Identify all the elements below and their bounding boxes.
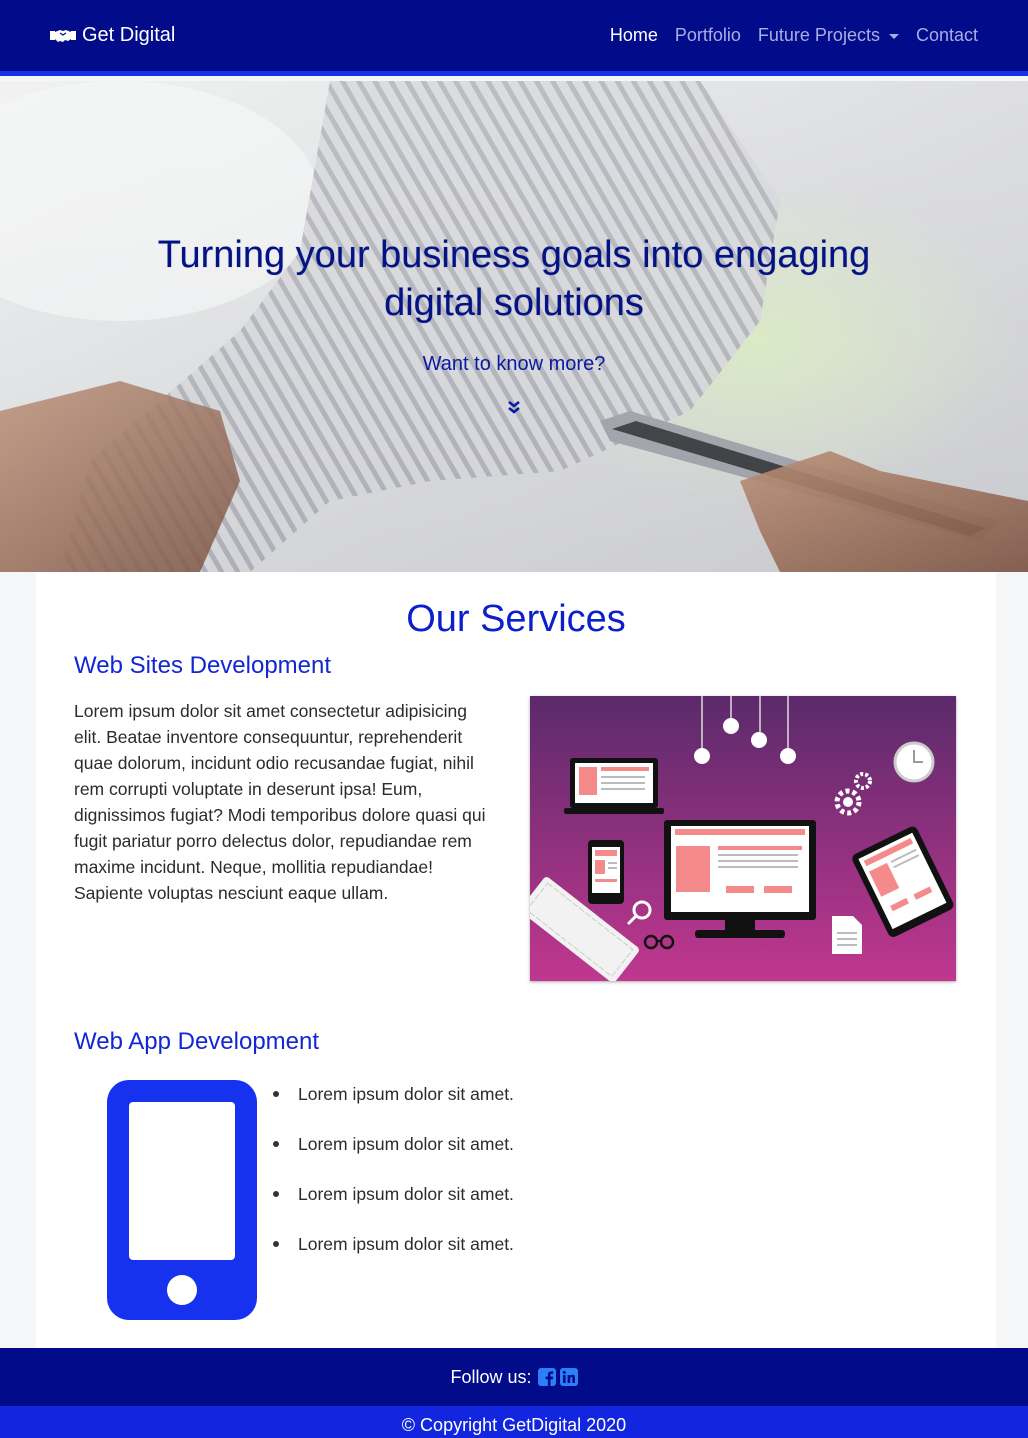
hero-subtitle-link[interactable]: Want to know more? xyxy=(0,353,1028,376)
nav-future-projects-dropdown[interactable]: Future Projects xyxy=(758,25,899,46)
double-chevron-down-icon[interactable] xyxy=(507,401,521,415)
list-item: Lorem ipsum dolor sit amet. xyxy=(272,1182,514,1232)
web-devices-illustration xyxy=(530,696,956,981)
hero-content: Turning your business goals into engagin… xyxy=(0,81,1028,572)
hero-banner: Turning your business goals into engagin… xyxy=(0,81,1028,572)
list-item: Lorem ipsum dolor sit amet. xyxy=(272,1232,514,1282)
web-app-feature-list: Lorem ipsum dolor sit amet. Lorem ipsum … xyxy=(272,1082,514,1282)
services-heading: Our Services xyxy=(406,598,626,640)
caret-down-icon xyxy=(888,34,899,39)
services-section: Our Services Web Sites Development Lorem… xyxy=(36,572,996,1348)
facebook-icon[interactable] xyxy=(537,1368,556,1386)
brand-label: Get Digital xyxy=(82,24,176,46)
web-sites-title: Web Sites Development xyxy=(74,652,332,679)
navbar: Get Digital Home Portfolio Future Projec… xyxy=(0,0,1028,76)
web-app-title: Web App Development xyxy=(74,1028,320,1055)
web-sites-description: Lorem ipsum dolor sit amet consectetur a… xyxy=(74,701,486,903)
social-links xyxy=(537,1368,578,1386)
list-item: Lorem ipsum dolor sit amet. xyxy=(272,1132,514,1182)
footer-follow: Follow us: xyxy=(0,1348,1028,1406)
list-item: Lorem ipsum dolor sit amet. xyxy=(272,1082,514,1132)
mobile-phone-icon xyxy=(107,1080,257,1320)
nav-contact[interactable]: Contact xyxy=(916,25,978,46)
handshake-icon xyxy=(50,29,76,42)
brand-link[interactable]: Get Digital xyxy=(50,24,175,47)
copyright-bar: © Copyright GetDigital 2020 xyxy=(0,1406,1028,1438)
nav-future-projects-label: Future Projects xyxy=(757,25,880,45)
nav-home[interactable]: Home xyxy=(610,25,658,46)
linkedin-icon[interactable] xyxy=(559,1368,578,1386)
follow-label: Follow us: xyxy=(450,1366,532,1387)
nav-portfolio[interactable]: Portfolio xyxy=(675,25,741,46)
nav-links: Home Portfolio Future Projects Contact xyxy=(610,25,978,46)
hero-title: Turning your business goals into engagin… xyxy=(157,234,871,324)
